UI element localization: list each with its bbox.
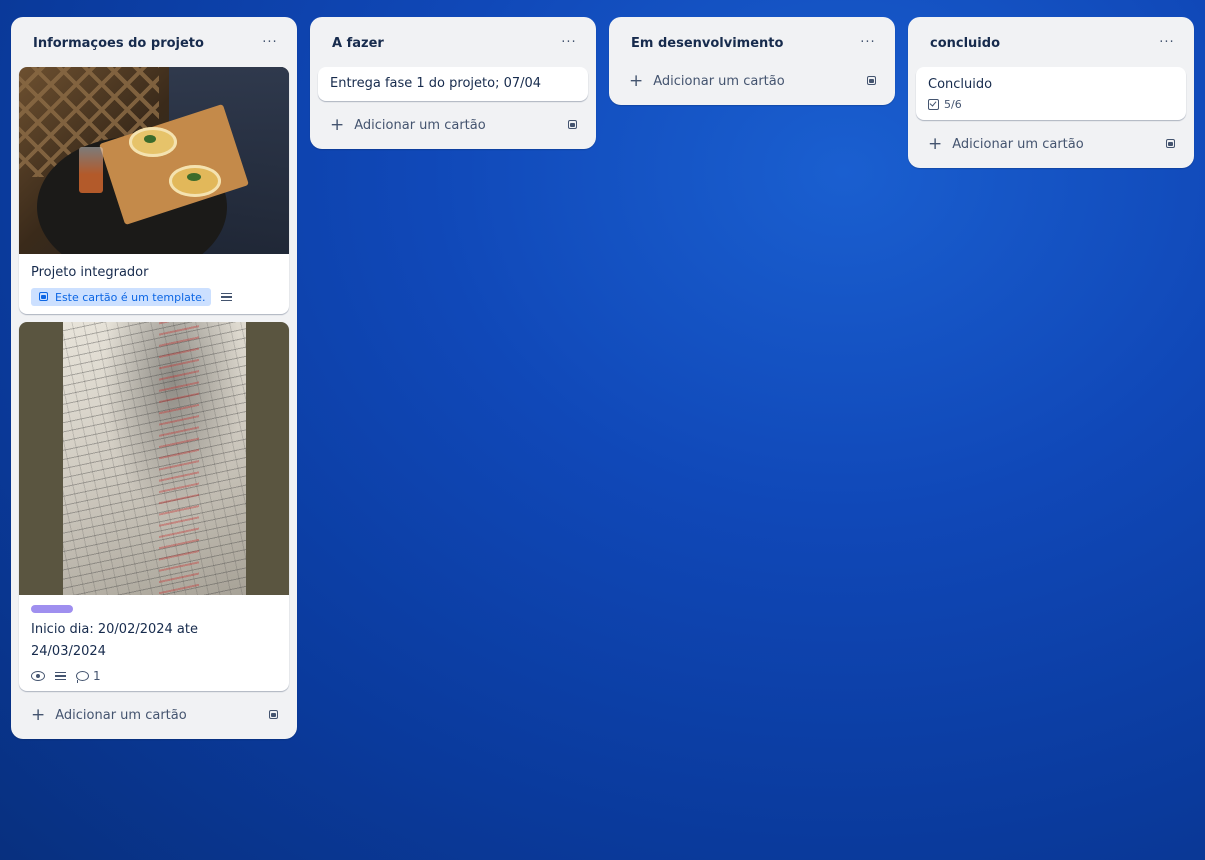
card-inicio[interactable]: Inicio dia: 20/02/2024 ate 24/03/2024 1 [19,322,289,691]
add-card-button[interactable]: + Adicionar um cartão [31,704,187,725]
description-icon [221,292,233,302]
more-icon[interactable]: ··· [1154,33,1180,53]
more-icon[interactable]: ··· [855,33,881,53]
template-icon [37,290,51,304]
list-em-desenvolvimento: Em desenvolvimento ··· + Adicionar um ca… [609,17,895,105]
list-title[interactable]: concluido [930,36,1000,51]
plus-icon: + [928,133,943,154]
card-entrega-fase-1[interactable]: Entrega fase 1 do projeto; 07/04 [318,67,588,101]
template-badge-label: Este cartão é um template. [55,290,206,304]
add-card-button[interactable]: + Adicionar um cartão [629,70,785,91]
card-label[interactable] [31,605,73,613]
more-icon[interactable]: ··· [257,33,283,53]
add-card-label: Adicionar um cartão [354,117,486,133]
add-card-row: + Adicionar um cartão [617,65,887,97]
more-icon[interactable]: ··· [556,33,582,53]
card-concluido[interactable]: Concluido 5/6 [916,67,1186,120]
add-card-label: Adicionar um cartão [952,136,1084,152]
list-header[interactable]: concluido ··· [916,25,1186,61]
description-icon [55,671,66,681]
card-title: Entrega fase 1 do projeto; 07/04 [330,76,542,91]
plus-icon: + [31,704,46,725]
add-card-label: Adicionar um cartão [653,73,785,89]
list-header[interactable]: Informaçoes do projeto ··· [19,25,289,61]
card-projeto-integrador[interactable]: Projeto integrador Este cartão é um temp… [19,67,289,314]
add-card-button[interactable]: + Adicionar um cartão [928,133,1084,154]
list-concluido: concluido ··· Concluido 5/6 + Adicionar … [908,17,1194,168]
create-from-template-icon[interactable] [865,74,879,88]
list-title[interactable]: A fazer [332,36,384,51]
board: Informaçoes do projeto ··· Projeto integ… [0,0,1205,860]
comment-icon [76,671,89,683]
add-card-row: + Adicionar um cartão [916,128,1186,160]
create-from-template-icon[interactable] [1164,137,1178,151]
card-title: Inicio dia: 20/02/2024 ate 24/03/2024 [31,622,198,659]
list-title[interactable]: Informaçoes do projeto [33,36,204,51]
list-informacoes-do-projeto: Informaçoes do projeto ··· Projeto integ… [11,17,297,739]
create-from-template-icon[interactable] [267,708,281,722]
plus-icon: + [330,114,345,135]
card-title: Projeto integrador [31,265,149,280]
list-a-fazer: A fazer ··· Entrega fase 1 do projeto; 0… [310,17,596,149]
watch-icon [31,671,45,681]
add-card-label: Adicionar um cartão [55,707,187,723]
list-header[interactable]: Em desenvolvimento ··· [617,25,887,61]
checklist-count: 5/6 [944,98,962,111]
add-card-row: + Adicionar um cartão [19,699,289,731]
template-badge: Este cartão é um template. [31,288,212,306]
add-card-button[interactable]: + Adicionar um cartão [330,114,486,135]
create-from-template-icon[interactable] [566,118,580,132]
list-title[interactable]: Em desenvolvimento [631,36,783,51]
comments-badge: 1 [76,669,101,683]
list-header[interactable]: A fazer ··· [318,25,588,61]
checklist-badge: 5/6 [928,98,962,111]
comments-count: 1 [93,669,101,683]
card-cover-image [19,67,289,254]
checklist-icon [928,99,939,110]
plus-icon: + [629,70,644,91]
add-card-row: + Adicionar um cartão [318,109,588,141]
card-title: Concluido [928,77,993,92]
card-cover-image [19,322,289,595]
